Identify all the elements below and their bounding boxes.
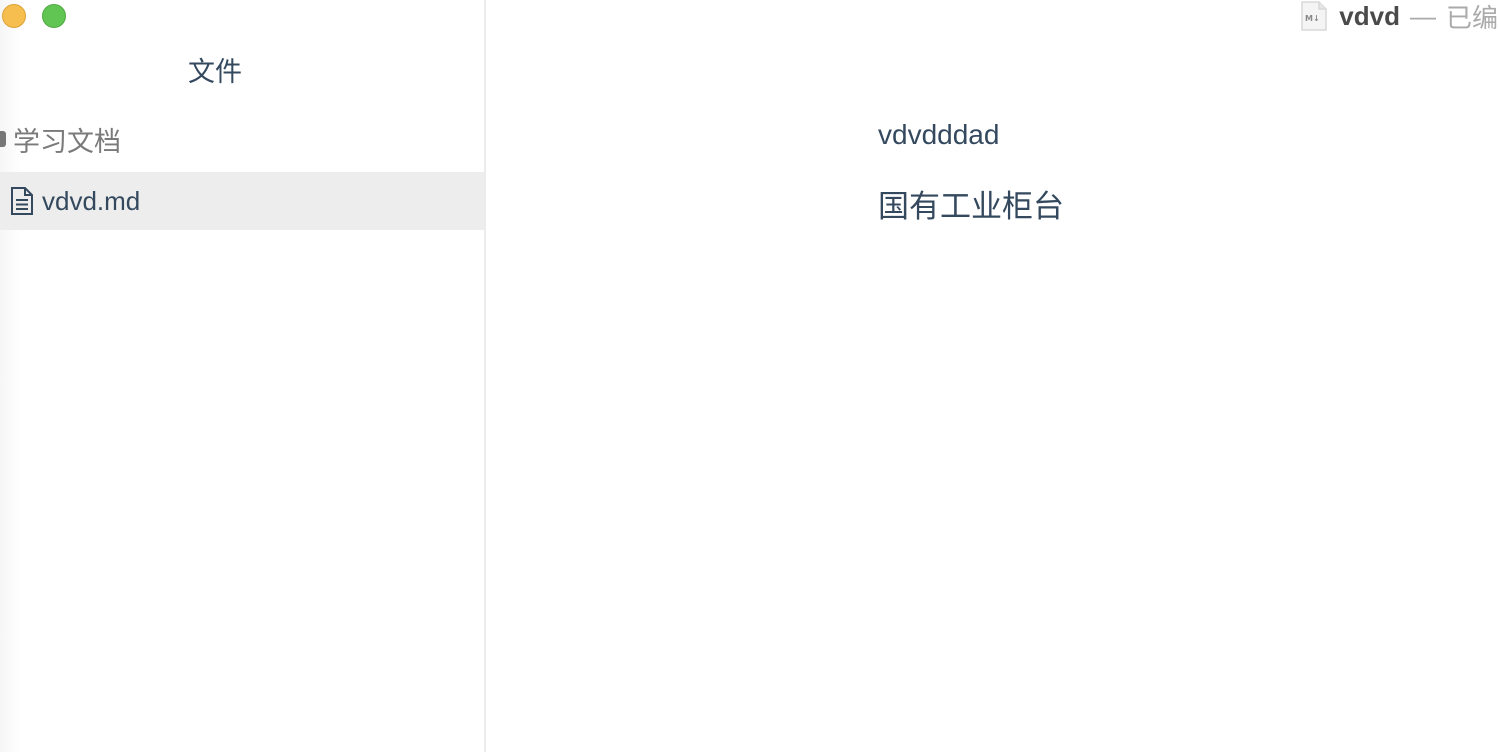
document-icon <box>9 186 35 216</box>
sidebar-folder-item[interactable]: 学习文档 <box>0 117 484 161</box>
editor-paragraph[interactable]: vdvdddad <box>878 112 1064 158</box>
document-title: vdvd <box>1339 0 1400 31</box>
window-title: M↓ vdvd — 已编 <box>1301 0 1498 34</box>
sidebar-file-item[interactable]: vdvd.md <box>0 172 484 230</box>
sidebar-title: 文件 <box>188 57 242 88</box>
svg-text:M↓: M↓ <box>1305 14 1320 23</box>
sidebar-folder-label: 学习文档 <box>13 126 121 158</box>
edit-status: 已编 <box>1445 3 1498 34</box>
maximize-button[interactable] <box>42 4 66 28</box>
title-separator: — <box>1409 0 1436 31</box>
sidebar-file-label: vdvd.md <box>42 185 141 216</box>
folder-collapsed-icon <box>0 131 6 147</box>
sidebar: 文件 学习文档 vdvd.md <box>0 0 486 752</box>
minimize-button[interactable] <box>2 4 26 28</box>
editor-content[interactable]: vdvdddad 国有工业柜台 <box>878 112 1064 230</box>
editor-paragraph[interactable]: 国有工业柜台 <box>878 184 1064 230</box>
app-window: 文件 学习文档 vdvd.md M↓ vdvd — 已编 vdvdddad 国有… <box>0 0 1498 752</box>
markdown-file-icon: M↓ <box>1301 1 1328 31</box>
